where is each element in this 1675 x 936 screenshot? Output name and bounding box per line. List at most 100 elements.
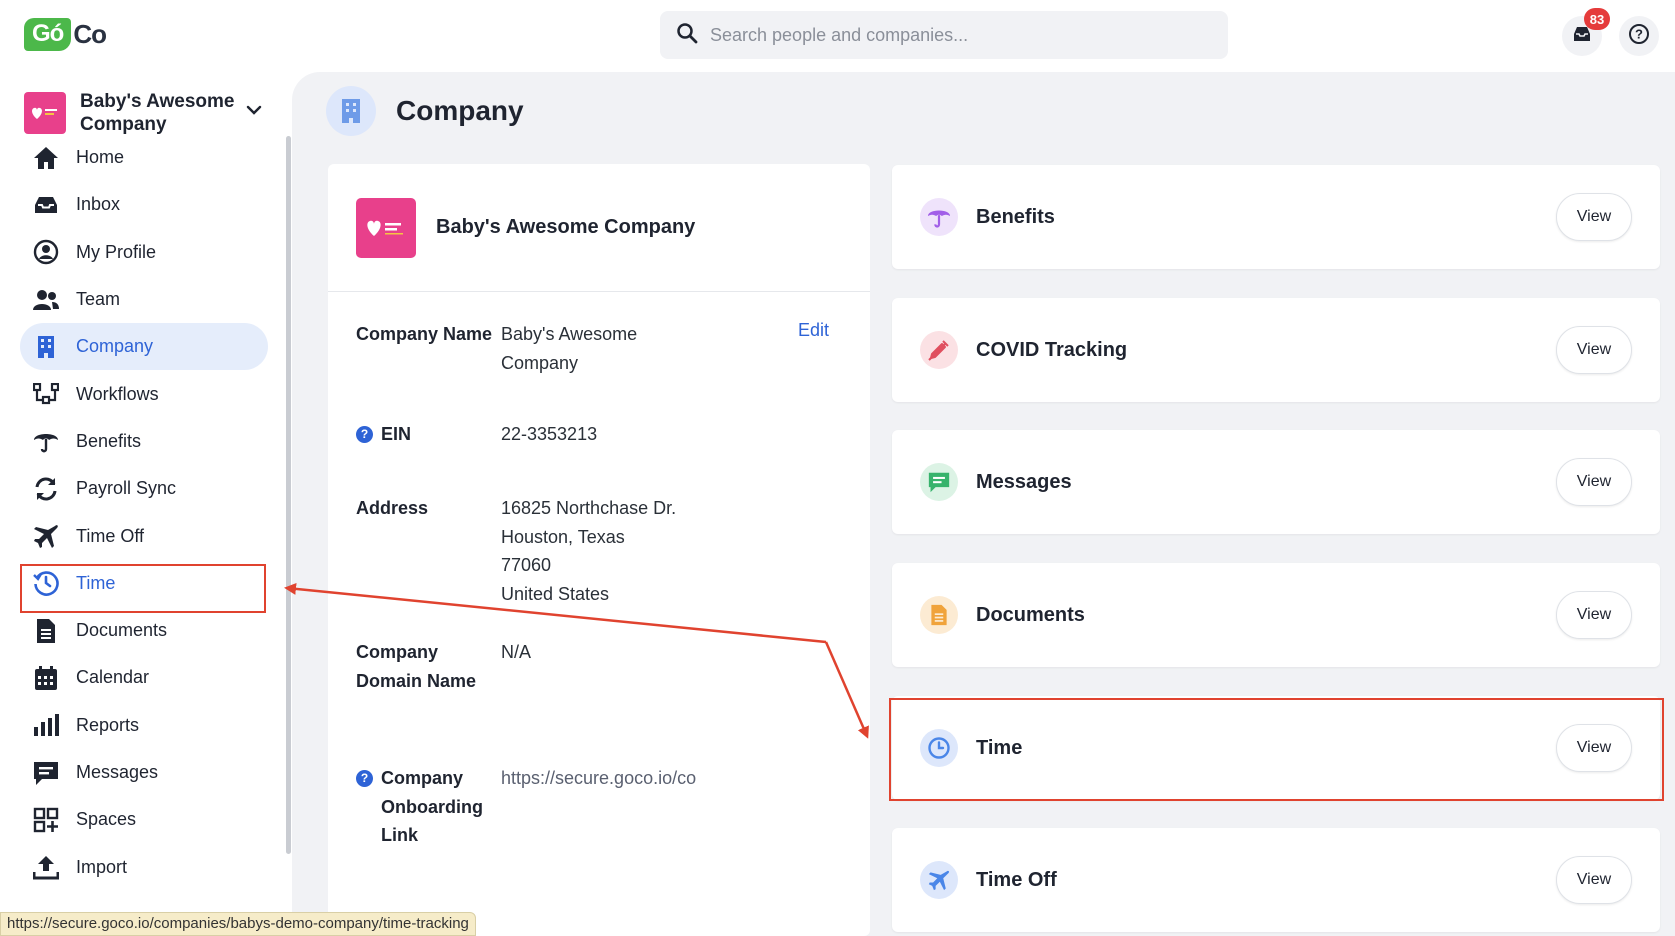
company-switcher-name: Baby's Awesome Company bbox=[80, 91, 235, 135]
field-label-row: ? Company Onboarding Link bbox=[356, 764, 496, 850]
home-icon bbox=[32, 144, 60, 172]
module-card-time-off: Time Off View bbox=[892, 828, 1660, 932]
logo-co: Co bbox=[73, 18, 107, 49]
message-icon bbox=[920, 463, 958, 501]
sidebar-item-home[interactable]: Home bbox=[20, 134, 268, 181]
sidebar-item-inbox[interactable]: Inbox bbox=[20, 181, 268, 228]
sidebar-item-spaces[interactable]: Spaces bbox=[20, 796, 268, 843]
view-button[interactable]: View bbox=[1556, 193, 1632, 241]
sidebar-item-payroll-sync[interactable]: Payroll Sync bbox=[20, 465, 268, 512]
sync-icon bbox=[32, 475, 60, 503]
sidebar-item-import[interactable]: Import bbox=[20, 843, 268, 890]
module-title: Time Off bbox=[976, 868, 1057, 891]
building-icon bbox=[326, 86, 376, 136]
company-info-card: Baby's Awesome Company Company Name Baby… bbox=[328, 164, 870, 936]
view-button[interactable]: View bbox=[1556, 591, 1632, 639]
page-header: Company bbox=[326, 86, 524, 136]
sidebar: Baby's Awesome Company Home Inbox My Pro… bbox=[0, 72, 292, 936]
document-icon bbox=[32, 617, 60, 645]
help-icon: ? bbox=[1628, 23, 1650, 50]
plane-icon bbox=[32, 522, 60, 550]
status-url-bar: https://secure.goco.io/companies/babys-d… bbox=[0, 912, 476, 936]
view-button[interactable]: View bbox=[1556, 458, 1632, 506]
sidebar-item-reports[interactable]: Reports bbox=[20, 702, 268, 749]
sidebar-item-documents[interactable]: Documents bbox=[20, 607, 268, 654]
module-card-documents: Documents View bbox=[892, 563, 1660, 667]
logo-go: Gó bbox=[24, 17, 72, 51]
module-card-benefits: Benefits View bbox=[892, 165, 1660, 269]
module-title: Benefits bbox=[976, 205, 1055, 228]
field-value: 16825 Northchase Dr. Houston, Texas 7706… bbox=[501, 498, 677, 604]
sidebar-item-label: Calendar bbox=[76, 667, 150, 688]
notification-badge: 83 bbox=[1584, 8, 1610, 30]
svg-text:?: ? bbox=[1635, 26, 1643, 41]
calendar-icon bbox=[32, 664, 60, 692]
sidebar-item-team[interactable]: Team bbox=[20, 276, 268, 323]
team-icon bbox=[32, 286, 60, 314]
plane-icon bbox=[920, 861, 958, 899]
field-value: N/A bbox=[501, 642, 532, 662]
inbox-button[interactable]: 83 bbox=[1562, 8, 1610, 56]
search-icon bbox=[676, 22, 698, 49]
search-input[interactable] bbox=[710, 24, 1210, 46]
sidebar-item-label: Spaces bbox=[76, 809, 137, 830]
sidebar-item-label: Documents bbox=[76, 620, 168, 641]
module-title: Messages bbox=[976, 470, 1072, 493]
help-circle-icon[interactable]: ? bbox=[356, 770, 373, 787]
sidebar-item-label: Inbox bbox=[76, 194, 121, 215]
company-card-name: Baby's Awesome Company bbox=[436, 216, 696, 238]
chevron-down-icon bbox=[246, 102, 262, 120]
field-label: Company Onboarding Link bbox=[381, 768, 483, 845]
page-title: Company bbox=[396, 95, 524, 126]
import-icon bbox=[32, 853, 60, 881]
edit-link[interactable]: Edit bbox=[798, 320, 829, 341]
sidebar-item-label: Workflows bbox=[76, 383, 159, 404]
sidebar-item-my-profile[interactable]: My Profile bbox=[20, 229, 268, 276]
view-button[interactable]: View bbox=[1556, 326, 1632, 374]
message-icon bbox=[32, 759, 60, 787]
field-label: Address bbox=[356, 498, 429, 518]
profile-icon bbox=[32, 238, 60, 266]
sidebar-item-calendar[interactable]: Calendar bbox=[20, 654, 268, 701]
field-value: Baby's Awesome Company bbox=[501, 324, 638, 373]
spaces-icon bbox=[32, 806, 60, 834]
top-bar: Gó Co 83 ? bbox=[0, 0, 1675, 72]
highlight-box-sidebar-time bbox=[20, 564, 266, 613]
workflows-icon bbox=[32, 380, 60, 408]
sidebar-item-label: My Profile bbox=[76, 241, 157, 262]
field-value: 22-3353213 bbox=[501, 424, 598, 444]
sidebar-item-workflows[interactable]: Workflows bbox=[20, 370, 268, 417]
view-button[interactable]: View bbox=[1556, 856, 1632, 904]
main-content: Company Baby's Awesome Company Company N… bbox=[292, 72, 1675, 936]
sidebar-item-label: Reports bbox=[76, 714, 140, 735]
goco-logo[interactable]: Gó Co bbox=[24, 14, 107, 54]
umbrella-icon bbox=[920, 198, 958, 236]
sidebar-item-label: Benefits bbox=[76, 430, 142, 451]
document-icon bbox=[920, 596, 958, 634]
sidebar-scrollbar[interactable] bbox=[286, 136, 291, 854]
module-title: Documents bbox=[976, 603, 1085, 626]
sidebar-nav: Home Inbox My Profile Team Company Workf… bbox=[20, 134, 268, 891]
company-card-header: Baby's Awesome Company bbox=[328, 164, 870, 292]
module-card-messages: Messages View bbox=[892, 430, 1660, 534]
field-value[interactable]: https://secure.goco.io/co bbox=[501, 764, 701, 793]
help-circle-icon[interactable]: ? bbox=[356, 426, 373, 443]
sidebar-item-messages[interactable]: Messages bbox=[20, 749, 268, 796]
sidebar-item-label: Payroll Sync bbox=[76, 478, 177, 499]
sidebar-item-time-off[interactable]: Time Off bbox=[20, 512, 268, 559]
syringe-icon bbox=[920, 331, 958, 369]
sidebar-item-label: Team bbox=[76, 289, 121, 310]
sidebar-item-label: Home bbox=[76, 147, 125, 168]
sidebar-item-company[interactable]: Company bbox=[20, 323, 268, 371]
module-title: COVID Tracking bbox=[976, 338, 1128, 361]
field-label-row: ? EIN bbox=[356, 420, 496, 449]
reports-icon bbox=[32, 711, 60, 739]
help-button[interactable]: ? bbox=[1619, 16, 1659, 56]
company-logo bbox=[356, 197, 416, 258]
field-label: Company Domain Name bbox=[356, 642, 477, 691]
sidebar-item-label: Company bbox=[76, 336, 154, 357]
building-icon bbox=[32, 333, 60, 361]
search-bar[interactable] bbox=[660, 11, 1228, 59]
sidebar-item-benefits[interactable]: Benefits bbox=[20, 418, 268, 465]
inbox-icon bbox=[32, 191, 60, 219]
